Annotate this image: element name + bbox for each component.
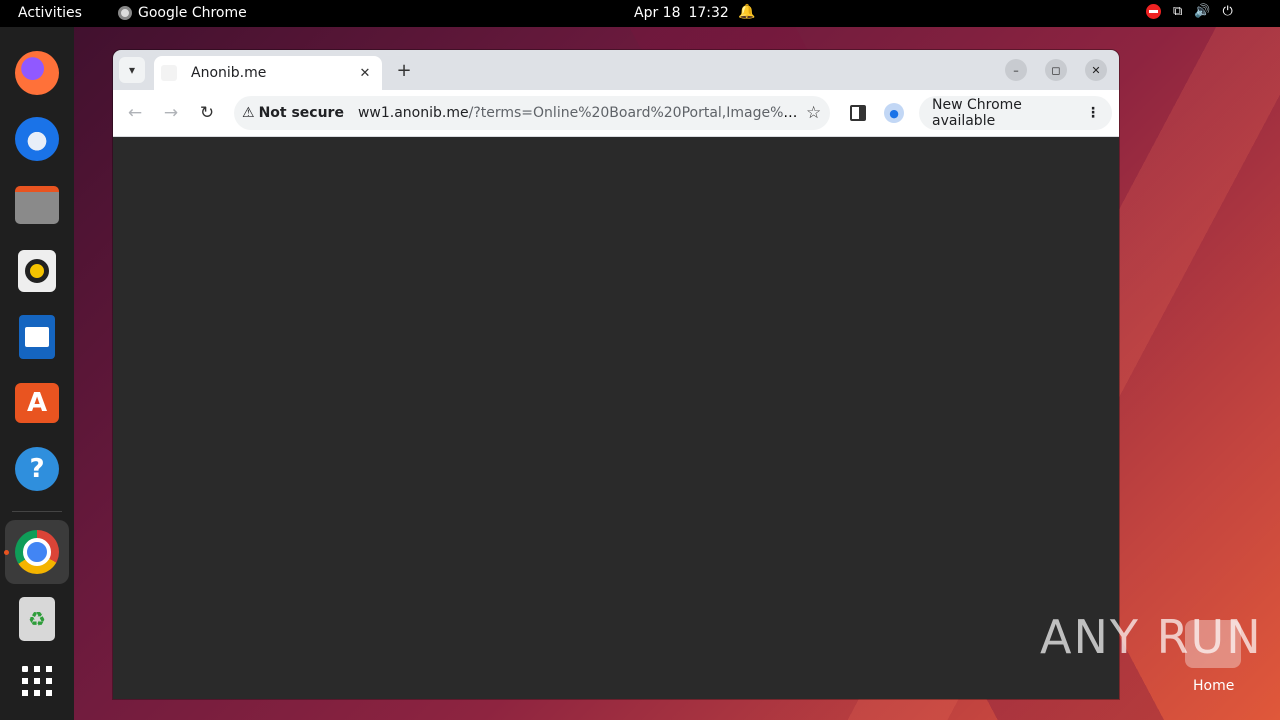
tab-strip: ▾ Anonib.me ✕ + – ◻ ✕ (113, 50, 1119, 90)
tab-title: Anonib.me (191, 65, 267, 81)
show-apps-icon (22, 666, 52, 696)
forward-arrow-icon[interactable]: → (160, 102, 182, 124)
dock-chrome[interactable] (5, 520, 69, 584)
power-icon: ⏻ (1222, 4, 1233, 19)
profile-avatar-icon[interactable]: ● (884, 103, 904, 123)
address-bar[interactable]: ⚠ Not secure ww1.anonib.me/?terms=Online… (234, 96, 830, 130)
clock-date: Apr 18 (634, 5, 681, 21)
dock-app-center[interactable]: A (9, 375, 65, 431)
browser-toolbar: ← → ↻ ⚠ Not secure ww1.anonib.me/?terms=… (113, 90, 1119, 137)
network-icon: ⧉ (1173, 4, 1183, 19)
tab-anonib[interactable]: Anonib.me ✕ (154, 56, 382, 90)
dock-thunderbird[interactable] (9, 111, 65, 167)
new-tab-plus-icon[interactable]: + (393, 59, 415, 81)
system-tray[interactable]: ⧉ 🔊 ⏻ (1146, 4, 1233, 19)
dock-rhythmbox[interactable] (9, 243, 65, 299)
dock-trash[interactable]: ♻ (9, 591, 65, 647)
recording-indicator-icon (1146, 4, 1161, 19)
update-label: New Chrome available (932, 97, 1022, 129)
dock-writer[interactable] (9, 309, 65, 365)
dock-show-apps[interactable] (9, 653, 65, 709)
url-host: ww1.anonib.me (357, 105, 469, 121)
security-status[interactable]: Not secure (259, 105, 344, 121)
reload-icon[interactable]: ↻ (196, 102, 218, 124)
chrome-window: ▾ Anonib.me ✕ + – ◻ ✕ ← → ↻ ⚠ Not secure… (113, 50, 1119, 699)
dock-help[interactable]: ? (9, 441, 65, 497)
back-arrow-icon[interactable]: ← (124, 102, 146, 124)
close-window-icon[interactable]: ✕ (1085, 59, 1107, 81)
dock-firefox[interactable] (9, 45, 65, 101)
warning-triangle-icon[interactable]: ⚠ (242, 105, 255, 121)
notification-bell-icon[interactable]: 🔔 (738, 4, 755, 20)
thunderbird-icon (15, 117, 59, 161)
favicon-icon (161, 65, 177, 81)
trash-icon: ♻ (19, 597, 55, 641)
url-text[interactable]: ww1.anonib.me/?terms=Online%20Board%20Po… (358, 105, 798, 121)
clock-time: 17:32 (688, 5, 729, 21)
minimize-icon[interactable]: – (1005, 59, 1027, 81)
clock[interactable]: Apr 18 17:32 (634, 5, 729, 21)
files-icon (15, 186, 59, 224)
url-path: /?terms=Online%20Board%20Portal,Image%20… (468, 105, 798, 121)
volume-icon: 🔊 (1194, 4, 1211, 19)
more-vertical-icon[interactable]: ⋮ (1086, 105, 1100, 121)
dock: A ? ♻ (0, 27, 74, 720)
page-content (113, 137, 1119, 699)
writer-icon (19, 315, 55, 359)
top-bar: Activities Google Chrome Apr 18 17:32 🔔 … (0, 0, 1280, 27)
help-icon: ? (15, 447, 59, 491)
dock-separator (12, 511, 62, 512)
dock-files[interactable] (9, 177, 65, 233)
app-name: Google Chrome (138, 5, 247, 21)
tab-close-icon[interactable]: ✕ (355, 63, 375, 83)
activities-button[interactable]: Activities (18, 5, 82, 21)
home-label[interactable]: Home (1193, 678, 1234, 694)
app-menu[interactable]: Google Chrome (118, 5, 247, 21)
side-panel-icon[interactable] (850, 105, 866, 121)
update-chrome-button[interactable]: New Chrome available ⋮ (919, 96, 1112, 130)
maximize-icon[interactable]: ◻ (1045, 59, 1067, 81)
app-center-icon: A (15, 383, 59, 423)
firefox-icon (15, 51, 59, 95)
rhythmbox-icon (18, 250, 56, 292)
bookmark-star-icon[interactable]: ☆ (806, 103, 821, 123)
chrome-app-icon (118, 6, 132, 20)
chrome-icon (15, 530, 59, 574)
chrome-running-indicator (4, 550, 9, 555)
tab-search-chevron-down-icon[interactable]: ▾ (119, 57, 145, 83)
home-folder-icon[interactable] (1185, 620, 1241, 668)
